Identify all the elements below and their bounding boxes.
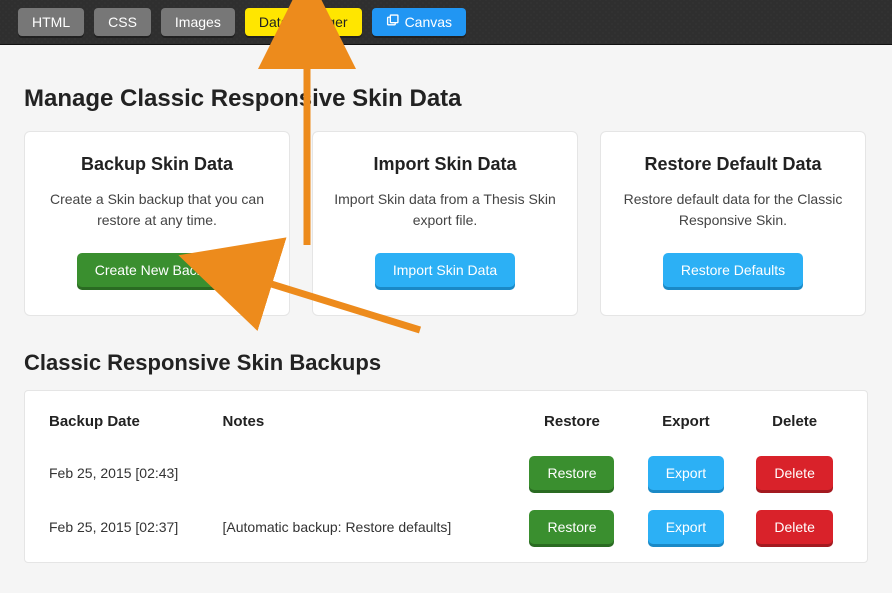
backups-table: Backup Date Notes Restore Export Delete … xyxy=(24,390,868,563)
col-notes: Notes xyxy=(217,405,513,446)
card-backup-title: Backup Skin Data xyxy=(45,154,269,175)
export-button[interactable]: Export xyxy=(648,510,724,544)
tab-data-manager[interactable]: Data Manager xyxy=(245,8,362,36)
delete-button[interactable]: Delete xyxy=(756,510,832,544)
export-button[interactable]: Export xyxy=(648,456,724,490)
card-import-desc: Import Skin data from a Thesis Skin expo… xyxy=(333,189,557,231)
table-header-row: Backup Date Notes Restore Export Delete xyxy=(43,405,849,446)
col-delete: Delete xyxy=(740,405,849,446)
new-window-icon xyxy=(386,14,399,30)
backup-notes-cell: [Automatic backup: Restore defaults] xyxy=(217,500,513,554)
tab-images[interactable]: Images xyxy=(161,8,235,36)
delete-button[interactable]: Delete xyxy=(756,456,832,490)
card-import-title: Import Skin Data xyxy=(333,154,557,175)
backup-date-cell: Feb 25, 2015 [02:43] xyxy=(43,446,217,500)
col-backup-date: Backup Date xyxy=(43,405,217,446)
tab-html[interactable]: HTML xyxy=(18,8,84,36)
card-restore-title: Restore Default Data xyxy=(621,154,845,175)
col-export: Export xyxy=(632,405,741,446)
card-restore-desc: Restore default data for the Classic Res… xyxy=(621,189,845,231)
backup-date-cell: Feb 25, 2015 [02:37] xyxy=(43,500,217,554)
import-skin-data-button[interactable]: Import Skin Data xyxy=(375,253,515,287)
create-new-backup-button[interactable]: Create New Backup xyxy=(77,253,238,287)
tab-canvas[interactable]: Canvas xyxy=(372,8,466,36)
backup-notes-cell xyxy=(217,446,513,500)
content-area: Manage Classic Responsive Skin Data Back… xyxy=(0,45,892,593)
card-restore: Restore Default Data Restore default dat… xyxy=(600,131,866,316)
top-tab-bar: HTML CSS Images Data Manager Canvas xyxy=(0,0,892,45)
backups-title: Classic Responsive Skin Backups xyxy=(24,350,868,376)
table-row: Feb 25, 2015 [02:37] [Automatic backup: … xyxy=(43,500,849,554)
table-row: Feb 25, 2015 [02:43] Restore Export Dele… xyxy=(43,446,849,500)
restore-defaults-button[interactable]: Restore Defaults xyxy=(663,253,803,287)
page-title: Manage Classic Responsive Skin Data xyxy=(24,85,868,113)
tab-canvas-label: Canvas xyxy=(405,14,452,30)
restore-button[interactable]: Restore xyxy=(529,510,614,544)
tab-css[interactable]: CSS xyxy=(94,8,151,36)
card-backup-desc: Create a Skin backup that you can restor… xyxy=(45,189,269,231)
cards-row: Backup Skin Data Create a Skin backup th… xyxy=(24,131,868,316)
col-restore: Restore xyxy=(512,405,631,446)
card-import: Import Skin Data Import Skin data from a… xyxy=(312,131,578,316)
card-backup: Backup Skin Data Create a Skin backup th… xyxy=(24,131,290,316)
restore-button[interactable]: Restore xyxy=(529,456,614,490)
